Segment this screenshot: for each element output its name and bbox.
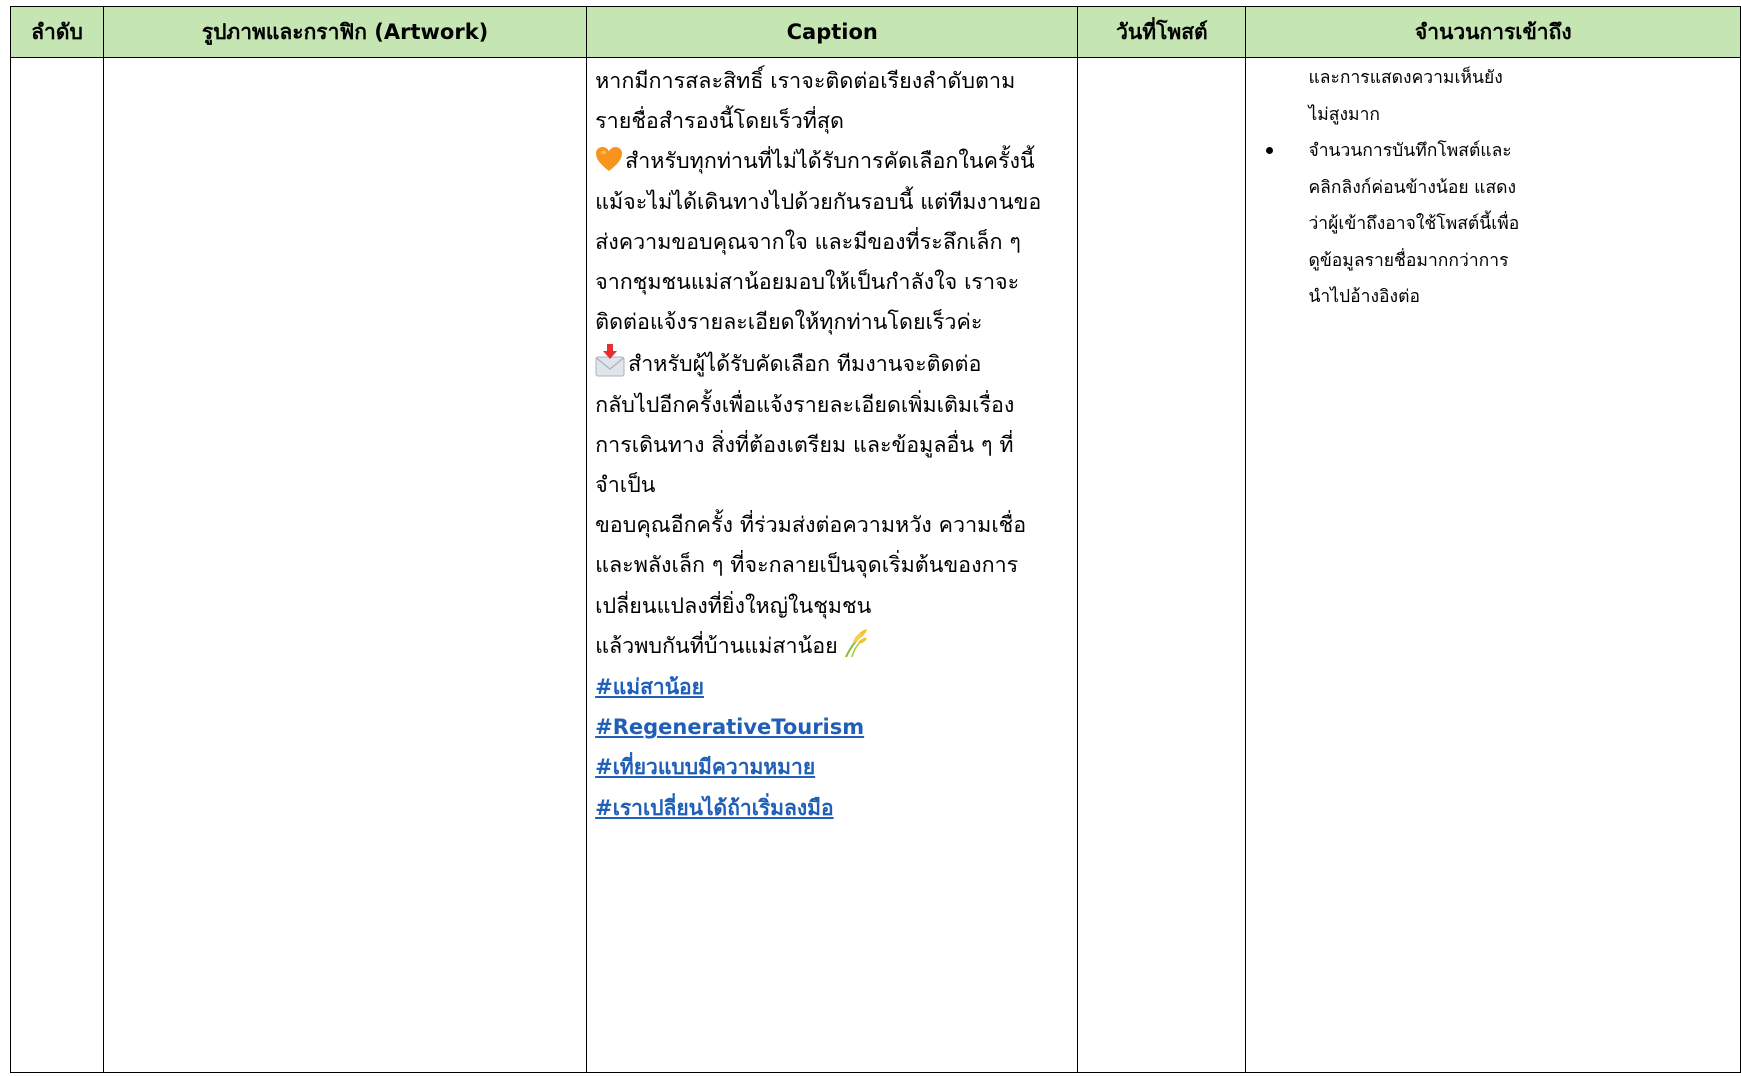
report-table: ลำดับ รูปภาพและกราฟิก (Artwork) Caption …: [10, 6, 1741, 1073]
access-bullet-item: จำนวนการบันทึกโพสต์และ คลิกลิงก์ค่อนข้าง…: [1247, 133, 1740, 316]
hashtag-link[interactable]: #เที่ยวแบบมีความหมาย: [595, 747, 1071, 787]
header-caption: Caption: [586, 6, 1079, 58]
incoming-envelope-icon: [595, 344, 625, 377]
caption-line: รายชื่อสำรองนี้โดยเร็วที่สุด: [595, 109, 845, 135]
hashtag-link[interactable]: #เราเปลี่ยนได้ถ้าเริ่มลงมือ: [595, 788, 1071, 828]
caption-line: การเดินทาง สิ่งที่ต้องเตรียม และข้อมูลอื…: [595, 432, 1014, 458]
caption-line-with-rice: แล้วพบกันที่บ้านแม่สาน้อย: [595, 627, 1071, 667]
caption-text: สำหรับทุกท่านที่ไม่ได้รับการคัดเลือกในคร…: [625, 149, 1035, 175]
caption-line: แม้จะไม่ได้เดินทางไปด้วยกันรอบนี้ แต่ทีม…: [595, 189, 1042, 215]
caption-text: แล้วพบกันที่บ้านแม่สาน้อย: [595, 633, 838, 659]
header-post-date: วันที่โพสต์: [1077, 6, 1247, 58]
access-count-cell: และการแสดงความเห็นยัง ไม่สูงมาก จำนวนการ…: [1245, 57, 1741, 1073]
header-artwork: รูปภาพและกราฟิก (Artwork): [102, 6, 588, 58]
order-cell: [10, 57, 104, 1073]
header-order: ลำดับ: [10, 6, 104, 58]
caption-line-with-heart: สำหรับทุกท่านที่ไม่ได้รับการคัดเลือกในคร…: [595, 142, 1071, 182]
caption-line: ติดต่อแจ้งรายละเอียดให้ทุกท่านโดยเร็วค่ะ: [595, 310, 983, 336]
header-row: ลำดับ รูปภาพและกราฟิก (Artwork) Caption …: [10, 6, 1741, 58]
artwork-cell: [102, 57, 588, 1073]
access-text-line: และการแสดงความเห็นยัง: [1308, 68, 1503, 88]
hashtag-link[interactable]: #แม่สาน้อย: [595, 667, 1071, 707]
caption-cell: หากมีการสละสิทธิ์ เราจะติดต่อเรียงลำดับต…: [586, 57, 1079, 1073]
orange-heart-icon: [596, 147, 623, 172]
caption-text: สำหรับผู้ได้รับคัดเลือก ทีมงานจะติดต่อ: [628, 352, 982, 378]
caption-line: และพลังเล็ก ๆ ที่จะกลายเป็นจุดเริ่มต้นขอ…: [595, 553, 1019, 579]
caption-line-with-envelope: สำหรับผู้ได้รับคัดเลือก ทีมงานจะติดต่อ: [595, 343, 1071, 385]
caption-line: หากมีการสละสิทธิ์ เราจะติดต่อเรียงลำดับต…: [595, 69, 1016, 94]
bullet-icon: [1266, 147, 1274, 154]
access-text-line: นำไปอ้างอิงต่อ: [1308, 287, 1420, 307]
caption-line: จำเป็น: [595, 473, 656, 499]
hashtag-link[interactable]: #RegenerativeTourism: [595, 707, 1071, 747]
caption-line: เปลี่ยนแปลงที่ยิ่งใหญ่ในชุมชน: [595, 593, 872, 619]
access-text-line: ดูข้อมูลรายชื่อมากกว่าการ: [1308, 250, 1509, 271]
table-row: หากมีการสละสิทธิ์ เราจะติดต่อเรียงลำดับต…: [10, 57, 1741, 1073]
access-text-line: คลิกลิงก์ค่อนข้างน้อย แสดง: [1308, 177, 1517, 198]
caption-line: จากชุมชนแม่สาน้อยมอบให้เป็นกำลังใจ เราจะ: [595, 270, 1020, 296]
access-text-line: ว่าผู้เข้าถึงอาจใช้โพสต์นี้เพื่อ: [1308, 214, 1520, 234]
header-access-count: จำนวนการเข้าถึง: [1245, 6, 1741, 58]
caption-line: ส่งความขอบคุณจากใจ และมีของที่ระลึกเล็ก …: [595, 229, 1021, 255]
caption-line: ขอบคุณอีกครั้ง ที่ร่วมส่งต่อความหวัง ควา…: [595, 513, 1027, 539]
post-date-cell: [1077, 57, 1247, 1073]
access-text-line: จำนวนการบันทึกโพสต์และ: [1308, 141, 1512, 161]
access-text-line: ไม่สูงมาก: [1308, 104, 1380, 125]
caption-line: กลับไปอีกครั้งเพื่อแจ้งรายละเอียดเพิ่มเต…: [595, 392, 1015, 418]
sheaf-of-rice-icon: [844, 628, 867, 658]
